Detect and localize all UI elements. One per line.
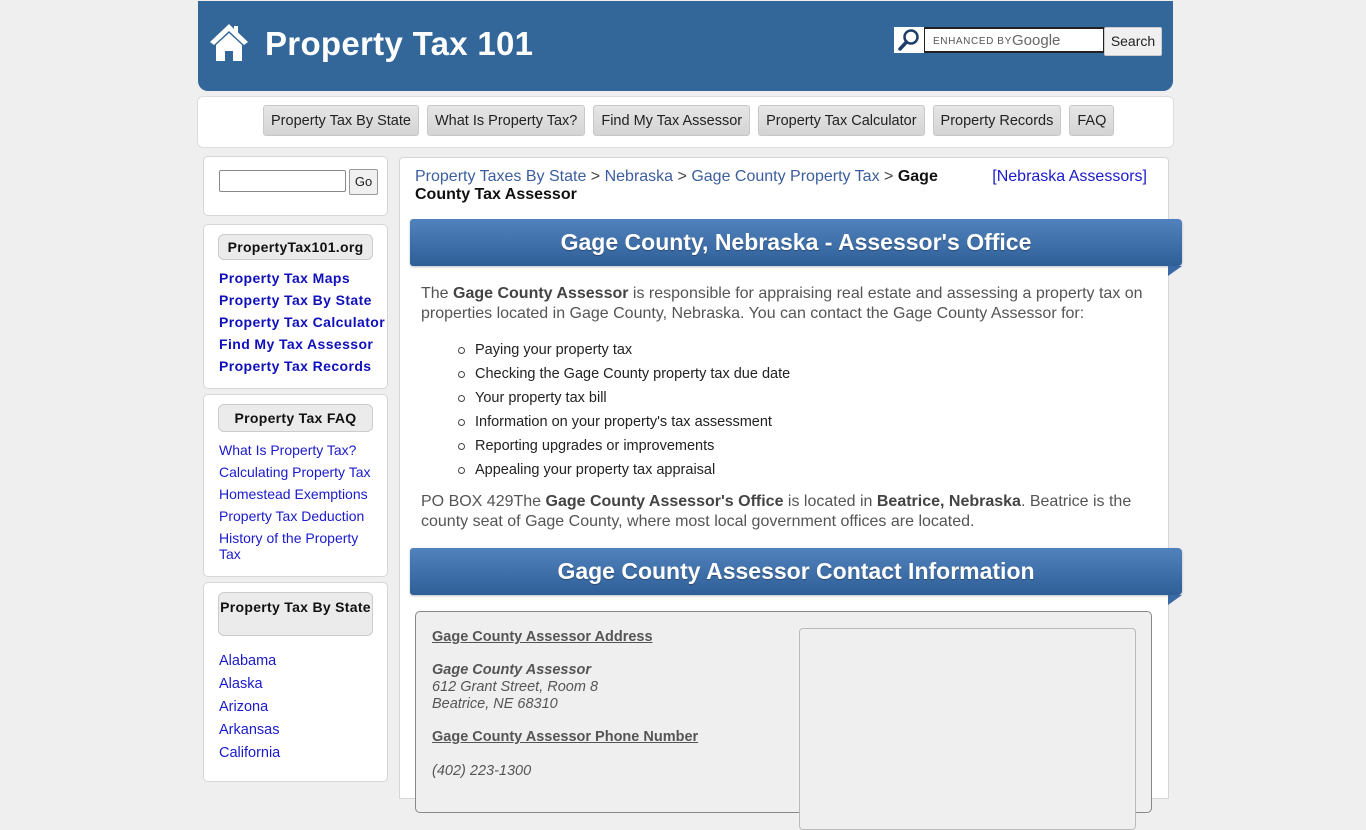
city-line: Beatrice, NE 68310 bbox=[432, 696, 558, 712]
phone-number[interactable]: (402) 223-1300 bbox=[432, 763, 698, 779]
home-icon[interactable] bbox=[208, 21, 250, 63]
search-placeholder-brand: Google bbox=[1012, 32, 1061, 49]
search-input[interactable]: ENHANCED BY Google bbox=[924, 27, 1105, 53]
sidebar-link-property-tax-records[interactable]: Property Tax Records bbox=[219, 355, 387, 377]
banner-fold bbox=[1168, 266, 1182, 276]
intro-paragraph: The Gage County Assessor is responsible … bbox=[421, 284, 1151, 324]
search-icon bbox=[894, 27, 924, 53]
sidebar-faq-homestead-exemptions[interactable]: Homestead Exemptions bbox=[219, 483, 387, 505]
sidebar-state-link[interactable]: Alabama bbox=[219, 650, 387, 673]
sidebar-faq-calculating-property-tax[interactable]: Calculating Property Tax bbox=[219, 461, 387, 483]
location-text: is located in bbox=[783, 493, 877, 510]
list-item: Information on your property's tax asses… bbox=[455, 410, 790, 434]
breadcrumb-nebraska[interactable]: Nebraska bbox=[605, 168, 673, 185]
contact-box: Gage County Assessor Address Gage County… bbox=[415, 611, 1152, 830]
banner-fold bbox=[1168, 595, 1182, 605]
intro-bold: Gage County Assessor bbox=[453, 285, 629, 302]
location-paragraph: PO BOX 429The Gage County Assessor's Off… bbox=[421, 492, 1151, 532]
sidebar-state-link[interactable]: Alaska bbox=[219, 673, 387, 696]
sidebar-faq-property-tax-deduction[interactable]: Property Tax Deduction bbox=[219, 505, 387, 527]
list-item: Appealing your property tax appraisal bbox=[455, 458, 790, 482]
services-list: Paying your property tax Checking the Ga… bbox=[455, 338, 790, 482]
sidebar-state-link[interactable]: Arizona bbox=[219, 696, 387, 719]
breadcrumb-gage-county-property-tax[interactable]: Gage County Property Tax bbox=[691, 168, 879, 185]
nebraska-assessors-link[interactable]: [Nebraska Assessors] bbox=[992, 168, 1147, 186]
list-item: Reporting upgrades or improvements bbox=[455, 434, 790, 458]
breadcrumb: Property Taxes By State > Nebraska > Gag… bbox=[415, 168, 955, 204]
main-nav: Property Tax By State What Is Property T… bbox=[197, 96, 1174, 148]
banner-title: Gage County, Nebraska - Assessor's Offic… bbox=[560, 229, 1032, 255]
nav-property-records[interactable]: Property Records bbox=[932, 105, 1062, 136]
sidebar-state-link[interactable]: California bbox=[219, 742, 387, 765]
section-banner-assessor-office: Gage County, Nebraska - Assessor's Offic… bbox=[410, 219, 1182, 276]
sidebar-states-box: Property Tax By State Alabama Alaska Ari… bbox=[203, 582, 388, 782]
contact-details: Gage County Assessor Address Gage County… bbox=[432, 629, 698, 779]
sidebar-state-link[interactable]: Arkansas bbox=[219, 719, 387, 742]
address-heading: Gage County Assessor Address bbox=[432, 629, 653, 645]
location-bold: Beatrice, Nebraska bbox=[876, 493, 1021, 510]
street-address: 612 Grant Street, Room 8 bbox=[432, 679, 599, 695]
sidebar-faq-heading: Property Tax FAQ bbox=[218, 404, 373, 432]
sidebar-org-heading[interactable]: PropertyTax101.org bbox=[218, 234, 373, 260]
sidebar-go-button[interactable]: Go bbox=[349, 169, 378, 195]
search-placeholder-prefix: ENHANCED BY bbox=[933, 36, 1012, 47]
breadcrumb-separator: > bbox=[884, 168, 894, 185]
sidebar-faq-history[interactable]: History of the Property Tax bbox=[219, 530, 369, 562]
breadcrumb-property-taxes-by-state[interactable]: Property Taxes By State bbox=[415, 168, 586, 185]
sidebar-faq-what-is-property-tax[interactable]: What Is Property Tax? bbox=[219, 439, 387, 461]
breadcrumb-separator: > bbox=[677, 168, 687, 185]
sidebar-search-input[interactable] bbox=[219, 170, 346, 192]
address-block: Gage County Assessor 612 Grant Street, R… bbox=[432, 662, 698, 713]
location-bold: Gage County Assessor's Office bbox=[545, 493, 784, 510]
nav-property-tax-by-state[interactable]: Property Tax By State bbox=[263, 105, 419, 136]
list-item: Paying your property tax bbox=[455, 338, 790, 362]
site-title[interactable]: Property Tax 101 bbox=[265, 25, 533, 63]
intro-text: The bbox=[421, 285, 454, 302]
list-item: Checking the Gage County property tax du… bbox=[455, 362, 790, 386]
sidebar-states-heading: Property Tax By State bbox=[218, 592, 373, 636]
sidebar-link-property-tax-calculator[interactable]: Property Tax Calculator bbox=[219, 311, 387, 333]
breadcrumb-separator: > bbox=[590, 168, 601, 185]
sidebar-link-property-tax-maps[interactable]: Property Tax Maps bbox=[219, 267, 387, 289]
map-frame[interactable] bbox=[799, 628, 1136, 830]
office-name: Gage County Assessor bbox=[432, 662, 592, 678]
nav-property-tax-calculator[interactable]: Property Tax Calculator bbox=[758, 105, 925, 136]
sidebar-org-box: PropertyTax101.org Property Tax Maps Pro… bbox=[203, 224, 388, 389]
section-banner-contact-info: Gage County Assessor Contact Information bbox=[410, 548, 1182, 605]
sidebar-search-box: Go bbox=[203, 156, 388, 216]
nav-find-my-tax-assessor[interactable]: Find My Tax Assessor bbox=[593, 105, 751, 136]
banner-title: Gage County Assessor Contact Information bbox=[557, 558, 1035, 584]
main-content: Property Taxes By State > Nebraska > Gag… bbox=[399, 157, 1182, 830]
location-text: PO BOX 429The bbox=[421, 493, 546, 510]
nav-what-is-property-tax[interactable]: What Is Property Tax? bbox=[426, 105, 586, 136]
search-button[interactable]: Search bbox=[1104, 27, 1162, 56]
list-item: Your property tax bill bbox=[455, 386, 790, 410]
site-header: Property Tax 101 ENHANCED BY Google Sear… bbox=[198, 1, 1173, 91]
sidebar-link-find-my-tax-assessor[interactable]: Find My Tax Assessor bbox=[219, 333, 387, 355]
phone-heading: Gage County Assessor Phone Number bbox=[432, 729, 699, 745]
nav-faq[interactable]: FAQ bbox=[1069, 105, 1115, 136]
sidebar-faq-box: Property Tax FAQ What Is Property Tax? C… bbox=[203, 394, 388, 577]
sidebar-link-property-tax-by-state[interactable]: Property Tax By State bbox=[219, 289, 387, 311]
